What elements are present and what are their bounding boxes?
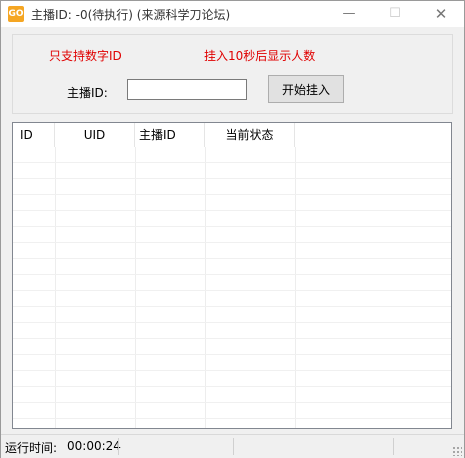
minimize-button[interactable]: — [326, 1, 372, 27]
title-bar[interactable]: GO 主播ID: -0(待执行) (来源科学刀论坛) — ☐ ✕ [1, 1, 464, 27]
table-row [13, 179, 451, 195]
table-row [13, 323, 451, 339]
table-row [13, 259, 451, 275]
delay-notice: 挂入10秒后显示人数 [204, 49, 316, 63]
column-header-anchor-id[interactable]: 主播ID [135, 123, 205, 147]
table-row [13, 195, 451, 211]
table-row [13, 243, 451, 259]
anchor-id-label: 主播ID: [67, 86, 108, 100]
table-row [13, 339, 451, 355]
status-divider [118, 438, 119, 455]
status-divider [233, 438, 234, 455]
table-row [13, 227, 451, 243]
table-row [13, 419, 451, 428]
app-window: GO 主播ID: -0(待执行) (来源科学刀论坛) — ☐ ✕ 只支持数字ID… [0, 0, 465, 458]
column-header-uid[interactable]: UID [55, 123, 135, 147]
table-row [13, 163, 451, 179]
status-table[interactable]: ID UID 主播ID 当前状态 [12, 122, 452, 429]
table-row [13, 387, 451, 403]
runtime-label: 运行时间: [5, 441, 58, 455]
resize-grip-icon[interactable] [452, 446, 462, 456]
table-row [13, 147, 451, 163]
close-button[interactable]: ✕ [418, 1, 464, 27]
column-header-status[interactable]: 当前状态 [205, 123, 295, 147]
table-row [13, 355, 451, 371]
table-row [13, 403, 451, 419]
column-header-id[interactable]: ID [13, 123, 55, 147]
anchor-id-input[interactable] [127, 79, 247, 100]
table-row [13, 371, 451, 387]
table-header: ID UID 主播ID 当前状态 [13, 123, 451, 147]
start-join-button[interactable]: 开始挂入 [268, 75, 344, 103]
table-row [13, 275, 451, 291]
window-title: 主播ID: -0(待执行) (来源科学刀论坛) [31, 8, 231, 22]
table-row [13, 307, 451, 323]
status-bar: 运行时间: 00:00:24 [1, 434, 464, 458]
app-logo-icon: GO [8, 6, 24, 22]
table-row [13, 211, 451, 227]
numeric-only-notice: 只支持数字ID [49, 49, 122, 63]
settings-panel: 只支持数字ID 挂入10秒后显示人数 主播ID: 开始挂入 [12, 34, 453, 114]
runtime-value: 00:00:24 [67, 439, 121, 453]
status-divider [393, 438, 394, 455]
maximize-button[interactable]: ☐ [372, 1, 418, 27]
table-row [13, 291, 451, 307]
